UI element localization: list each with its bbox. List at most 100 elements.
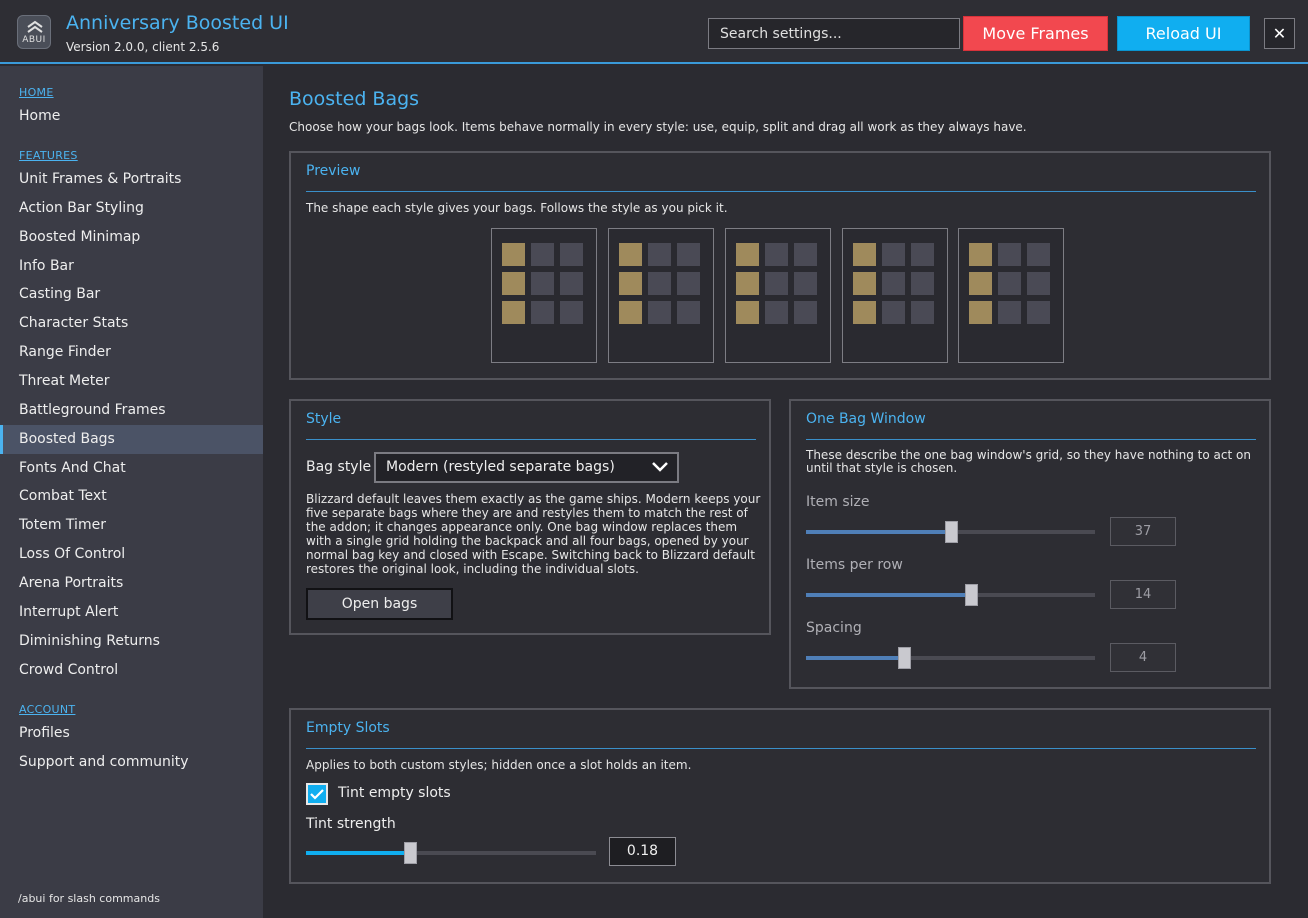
app-title: Anniversary Boosted UI xyxy=(66,12,289,34)
one-bag-panel: One Bag Window These describe the one ba… xyxy=(789,399,1271,689)
preview-slot xyxy=(619,301,642,324)
preview-slot xyxy=(677,301,700,324)
sidebar-section-home: HOME xyxy=(19,86,54,99)
preview-slot xyxy=(998,243,1021,266)
spacing-value[interactable]: 4 xyxy=(1110,643,1176,672)
sidebar-item-diminishing-returns[interactable]: Diminishing Returns xyxy=(0,627,263,656)
preview-slot xyxy=(794,243,817,266)
sidebar-item-fonts-chat[interactable]: Fonts And Chat xyxy=(0,454,263,483)
bag-style-select[interactable]: Modern (restyled separate bags) xyxy=(374,452,679,483)
preview-slot xyxy=(619,243,642,266)
sidebar-item-unit-frames[interactable]: Unit Frames & Portraits xyxy=(0,165,263,194)
empty-slots-title: Empty Slots xyxy=(306,720,390,736)
preview-slot xyxy=(648,272,671,295)
item-size-value[interactable]: 37 xyxy=(1110,517,1176,546)
preview-slot xyxy=(736,301,759,324)
preview-slot xyxy=(853,272,876,295)
tint-empty-slots-label: Tint empty slots xyxy=(338,785,451,801)
preview-slot xyxy=(1027,272,1050,295)
sidebar-item-casting-bar[interactable]: Casting Bar xyxy=(0,280,263,309)
sidebar-item-loss-of-control[interactable]: Loss Of Control xyxy=(0,540,263,569)
item-size-slider-fill xyxy=(806,530,951,534)
sidebar-item-boosted-bags[interactable]: Boosted Bags xyxy=(0,425,263,454)
preview-slot xyxy=(998,272,1021,295)
close-button[interactable]: ✕ xyxy=(1264,18,1295,49)
sidebar-item-profiles[interactable]: Profiles xyxy=(0,719,263,748)
preview-slot xyxy=(677,243,700,266)
header-bar: ABUI Anniversary Boosted UI Version 2.0.… xyxy=(0,0,1308,64)
sidebar-section-features: FEATURES xyxy=(19,149,78,162)
sidebar: HOME Home FEATURES Unit Frames & Portrai… xyxy=(0,66,263,918)
preview-slot xyxy=(531,243,554,266)
preview-slot xyxy=(853,243,876,266)
sidebar-item-range-finder[interactable]: Range Finder xyxy=(0,338,263,367)
items-per-row-slider-thumb[interactable] xyxy=(965,584,978,606)
style-divider xyxy=(306,439,756,440)
preview-slot xyxy=(969,301,992,324)
app-version: Version 2.0.0, client 2.5.6 xyxy=(66,40,220,54)
preview-title: Preview xyxy=(306,163,361,179)
preview-slot xyxy=(998,301,1021,324)
preview-slot xyxy=(648,301,671,324)
preview-slot xyxy=(1027,243,1050,266)
spacing-slider-thumb[interactable] xyxy=(898,647,911,669)
one-bag-title: One Bag Window xyxy=(806,411,926,427)
spacing-slider[interactable] xyxy=(806,647,1095,669)
preview-slot xyxy=(531,301,554,324)
sidebar-item-action-bar[interactable]: Action Bar Styling xyxy=(0,194,263,223)
sidebar-item-support[interactable]: Support and community xyxy=(0,748,263,777)
preview-slot xyxy=(531,272,554,295)
one-bag-divider xyxy=(806,439,1256,440)
page-description: Choose how your bags look. Items behave … xyxy=(289,120,1027,134)
tint-strength-value[interactable]: 0.18 xyxy=(609,837,676,866)
sidebar-section-account: ACCOUNT xyxy=(19,703,76,716)
preview-slot xyxy=(502,301,525,324)
spacing-label: Spacing xyxy=(806,620,862,636)
sidebar-item-totem-timer[interactable]: Totem Timer xyxy=(0,511,263,540)
sidebar-item-interrupt-alert[interactable]: Interrupt Alert xyxy=(0,598,263,627)
tint-strength-slider-thumb[interactable] xyxy=(404,842,417,864)
close-icon: ✕ xyxy=(1272,24,1287,43)
items-per-row-slider-fill xyxy=(806,593,971,597)
sidebar-item-arena-portraits[interactable]: Arena Portraits xyxy=(0,569,263,598)
items-per-row-value[interactable]: 14 xyxy=(1110,580,1176,609)
search-input[interactable] xyxy=(708,18,960,49)
tint-strength-slider[interactable] xyxy=(306,842,596,864)
preview-slot xyxy=(794,301,817,324)
preview-slot xyxy=(882,243,905,266)
preview-slot xyxy=(882,272,905,295)
sidebar-item-character-stats[interactable]: Character Stats xyxy=(0,309,263,338)
item-size-slider-thumb[interactable] xyxy=(945,521,958,543)
bag-style-value: Modern (restyled separate bags) xyxy=(386,459,615,475)
item-size-label: Item size xyxy=(806,494,870,510)
sidebar-item-info-bar[interactable]: Info Bar xyxy=(0,252,263,281)
preview-panel: Preview The shape each style gives your … xyxy=(289,151,1271,380)
items-per-row-slider[interactable] xyxy=(806,584,1095,606)
sidebar-footer: /abui for slash commands xyxy=(18,892,160,905)
preview-slot xyxy=(882,301,905,324)
one-bag-description: These describe the one bag window's grid… xyxy=(806,448,1251,475)
sidebar-item-minimap[interactable]: Boosted Minimap xyxy=(0,223,263,252)
sidebar-item-threat-meter[interactable]: Threat Meter xyxy=(0,367,263,396)
preview-slot xyxy=(765,272,788,295)
move-frames-button[interactable]: Move Frames xyxy=(963,16,1108,51)
checkmark-icon xyxy=(310,789,324,800)
sidebar-item-crowd-control[interactable]: Crowd Control xyxy=(0,656,263,685)
open-bags-button[interactable]: Open bags xyxy=(306,588,453,620)
tint-strength-label: Tint strength xyxy=(306,816,396,832)
reload-ui-button[interactable]: Reload UI xyxy=(1117,16,1250,51)
sidebar-item-home[interactable]: Home xyxy=(0,102,263,131)
tint-empty-slots-checkbox[interactable] xyxy=(306,783,328,805)
preview-slot xyxy=(853,301,876,324)
preview-style-5 xyxy=(958,228,1064,363)
empty-slots-description: Applies to both custom styles; hidden on… xyxy=(306,758,692,772)
spacing-slider-fill xyxy=(806,656,904,660)
item-size-slider[interactable] xyxy=(806,521,1095,543)
sidebar-item-combat-text[interactable]: Combat Text xyxy=(0,482,263,511)
style-panel: Style Bag style Modern (restyled separat… xyxy=(289,399,771,635)
preview-slot xyxy=(648,243,671,266)
sidebar-item-battleground-frames[interactable]: Battleground Frames xyxy=(0,396,263,425)
style-title: Style xyxy=(306,411,342,427)
preview-slot xyxy=(502,243,525,266)
preview-style-2 xyxy=(608,228,714,363)
